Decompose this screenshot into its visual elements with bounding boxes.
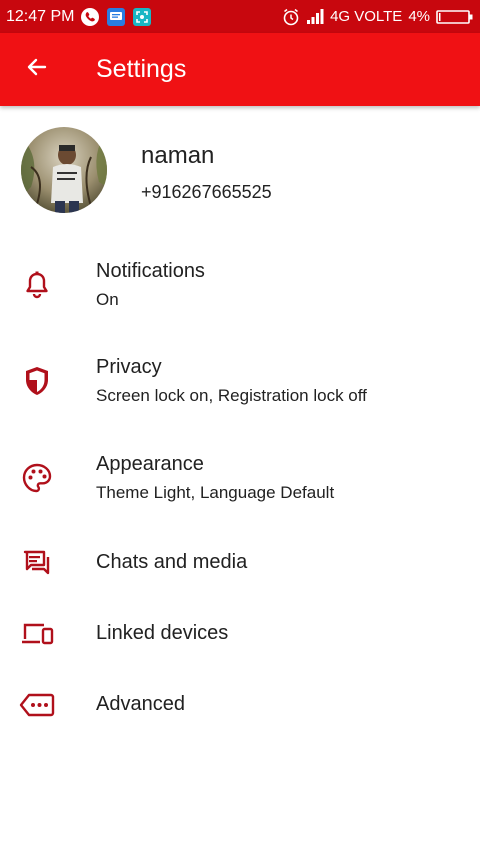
battery-percent: 4% xyxy=(408,8,430,25)
settings-item-label: Chats and media xyxy=(96,551,248,573)
profile-row[interactable]: naman +916267665525 xyxy=(0,106,480,226)
page-title: Settings xyxy=(96,55,187,83)
chat-icon xyxy=(18,544,56,582)
profile-name: naman xyxy=(141,142,215,169)
signal-icon xyxy=(306,8,324,25)
app-bar: Settings xyxy=(0,33,480,106)
settings-item-label: Notifications xyxy=(96,260,205,282)
arrow-left-icon xyxy=(25,55,49,84)
status-right: 4G VOLTE 4% xyxy=(282,8,474,26)
settings-item-advanced[interactable]: Advanced xyxy=(0,677,480,733)
settings-item-sublabel: Theme Light, Language Default xyxy=(96,483,335,502)
settings-item-privacy[interactable]: Privacy Screen lock on, Registration loc… xyxy=(0,348,480,418)
alarm-icon xyxy=(282,8,300,26)
settings-item-label: Advanced xyxy=(96,693,185,715)
settings-item-label: Privacy xyxy=(96,356,162,378)
settings-item-linked-devices[interactable]: Linked devices xyxy=(0,606,480,662)
bell-icon xyxy=(18,266,56,304)
battery-icon xyxy=(436,9,474,25)
status-bar: 12:47 PM 4G VOLTE 4% xyxy=(0,0,480,33)
settings-item-chats-and-media[interactable]: Chats and media xyxy=(0,535,480,591)
advanced-icon xyxy=(18,686,56,724)
status-time: 12:47 PM xyxy=(6,7,75,25)
status-left: 12:47 PM xyxy=(6,7,152,27)
call-icon xyxy=(80,7,100,27)
settings-item-label: Linked devices xyxy=(96,622,229,644)
settings-item-appearance[interactable]: Appearance Theme Light, Language Default xyxy=(0,445,480,515)
shield-icon xyxy=(18,362,56,400)
network-label: 4G VOLTE xyxy=(330,8,403,25)
back-button[interactable] xyxy=(0,33,74,106)
avatar[interactable] xyxy=(21,127,107,213)
profile-phone: +916267665525 xyxy=(141,182,272,202)
settings-item-sublabel: On xyxy=(96,290,119,309)
devices-icon xyxy=(18,615,56,653)
message-icon xyxy=(106,7,126,27)
palette-icon xyxy=(18,459,56,497)
settings-item-sublabel: Screen lock on, Registration lock off xyxy=(96,386,367,405)
settings-item-label: Appearance xyxy=(96,453,204,475)
settings-item-notifications[interactable]: Notifications On xyxy=(0,250,480,320)
screenshot-icon xyxy=(132,7,152,27)
